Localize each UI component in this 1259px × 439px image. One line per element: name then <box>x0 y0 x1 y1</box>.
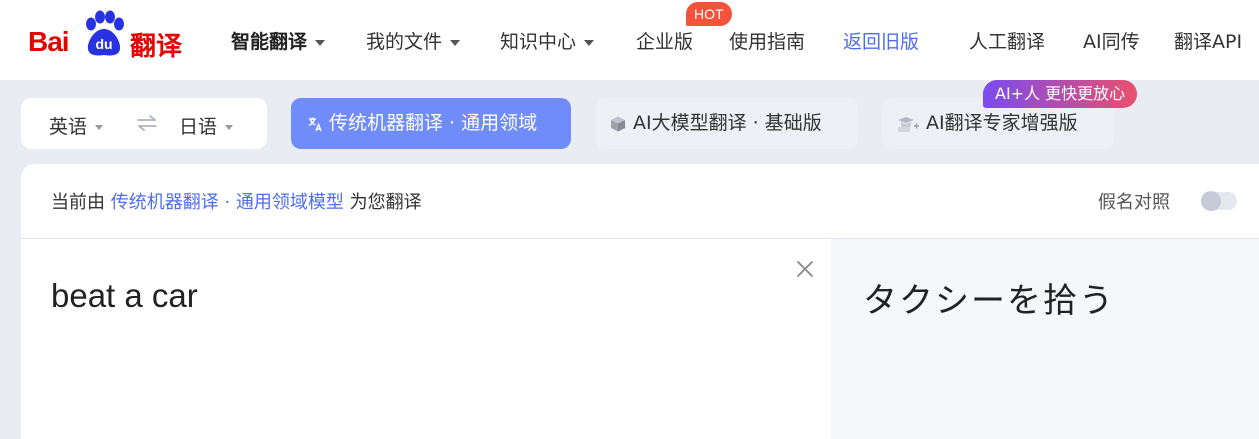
expert-graduate-icon <box>898 116 919 132</box>
baidu-paw-icon: du <box>86 10 124 56</box>
ai-plus-human-badge: AI+人 更快更放心 <box>983 80 1138 108</box>
nav-human-translation[interactable]: 人工翻译 <box>969 27 1045 54</box>
chevron-down-icon <box>450 39 461 46</box>
source-language-select[interactable]: 英语 <box>49 112 104 139</box>
top-header: Bai du 翻译 智能翻译 我的文件 知识中心 企业版 HOT 使用指南 返回… <box>0 0 1259 80</box>
translation-result-text: タクシーを拾う <box>863 281 1115 321</box>
mode-ai-large-model-button[interactable]: AI大模型翻译 · 基础版 <box>595 98 858 149</box>
translation-panel: 当前由 传统机器翻译 · 通用领域模型 为您翻译 假名对照 beat a car… <box>21 164 1259 439</box>
swap-languages-icon[interactable] <box>135 114 159 132</box>
nav-label: 企业版 <box>636 31 694 53</box>
nav-my-files[interactable]: 我的文件 <box>366 27 461 54</box>
nav-user-guide[interactable]: 使用指南 <box>729 27 805 54</box>
info-prefix: 当前由 <box>51 192 105 213</box>
cube-icon <box>611 116 625 131</box>
source-text[interactable]: beat a car <box>51 277 198 315</box>
close-icon[interactable] <box>795 259 815 279</box>
mode-traditional-mt-button[interactable]: 传统机器翻译 · 通用领域 <box>291 98 571 149</box>
source-text-area[interactable]: beat a car <box>21 239 831 439</box>
chevron-down-icon <box>225 125 234 130</box>
language-selector: 英语 日语 <box>21 98 267 149</box>
toggle-knob <box>1201 191 1221 211</box>
nav-label: 返回旧版 <box>843 31 920 53</box>
chevron-down-icon <box>584 39 595 46</box>
logo-latin-text: Bai <box>28 26 70 57</box>
info-suffix: 为您翻译 <box>349 192 422 213</box>
nav-label: AI同传 <box>1083 31 1140 53</box>
nav-label: 我的文件 <box>366 31 443 53</box>
nav-label: 使用指南 <box>729 31 806 53</box>
nav-enterprise[interactable]: 企业版 <box>636 27 693 54</box>
logo-chinese-text: 翻译 <box>130 32 183 62</box>
nav-translate-api[interactable]: 翻译API <box>1174 27 1242 54</box>
logo-du-text: du <box>95 36 112 52</box>
target-language-label: 日语 <box>179 116 218 138</box>
mode-label: AI大模型翻译 · 基础版 <box>633 112 822 134</box>
baidu-translate-logo[interactable]: Bai du 翻译 <box>28 10 188 62</box>
kana-comparison-toggle[interactable] <box>1201 191 1237 211</box>
nav-label: 智能翻译 <box>231 31 308 53</box>
model-link[interactable]: 传统机器翻译 · 通用领域模型 <box>111 192 344 213</box>
hot-badge: HOT <box>686 2 732 26</box>
nav-back-old-version[interactable]: 返回旧版 <box>843 27 919 54</box>
mode-label: 传统机器翻译 · 通用领域 <box>329 112 538 134</box>
translation-result-area: タクシーを拾う <box>831 239 1259 439</box>
translate-icon <box>308 117 322 131</box>
kana-comparison-label: 假名对照 <box>1098 192 1170 213</box>
source-language-label: 英语 <box>49 116 88 138</box>
nav-smart-translate[interactable]: 智能翻译 <box>231 27 326 54</box>
nav-label: 知识中心 <box>500 31 577 53</box>
nav-label: 人工翻译 <box>969 31 1046 53</box>
nav-ai-interpretation[interactable]: AI同传 <box>1083 27 1140 54</box>
chevron-down-icon <box>315 39 326 46</box>
nav-knowledge-center[interactable]: 知识中心 <box>500 27 595 54</box>
mode-label: AI翻译专家增强版 <box>926 112 1078 134</box>
nav-label: 翻译API <box>1174 31 1243 53</box>
target-language-select[interactable]: 日语 <box>179 112 234 139</box>
chevron-down-icon <box>95 125 104 130</box>
model-info-row: 当前由 传统机器翻译 · 通用领域模型 为您翻译 <box>51 188 422 214</box>
